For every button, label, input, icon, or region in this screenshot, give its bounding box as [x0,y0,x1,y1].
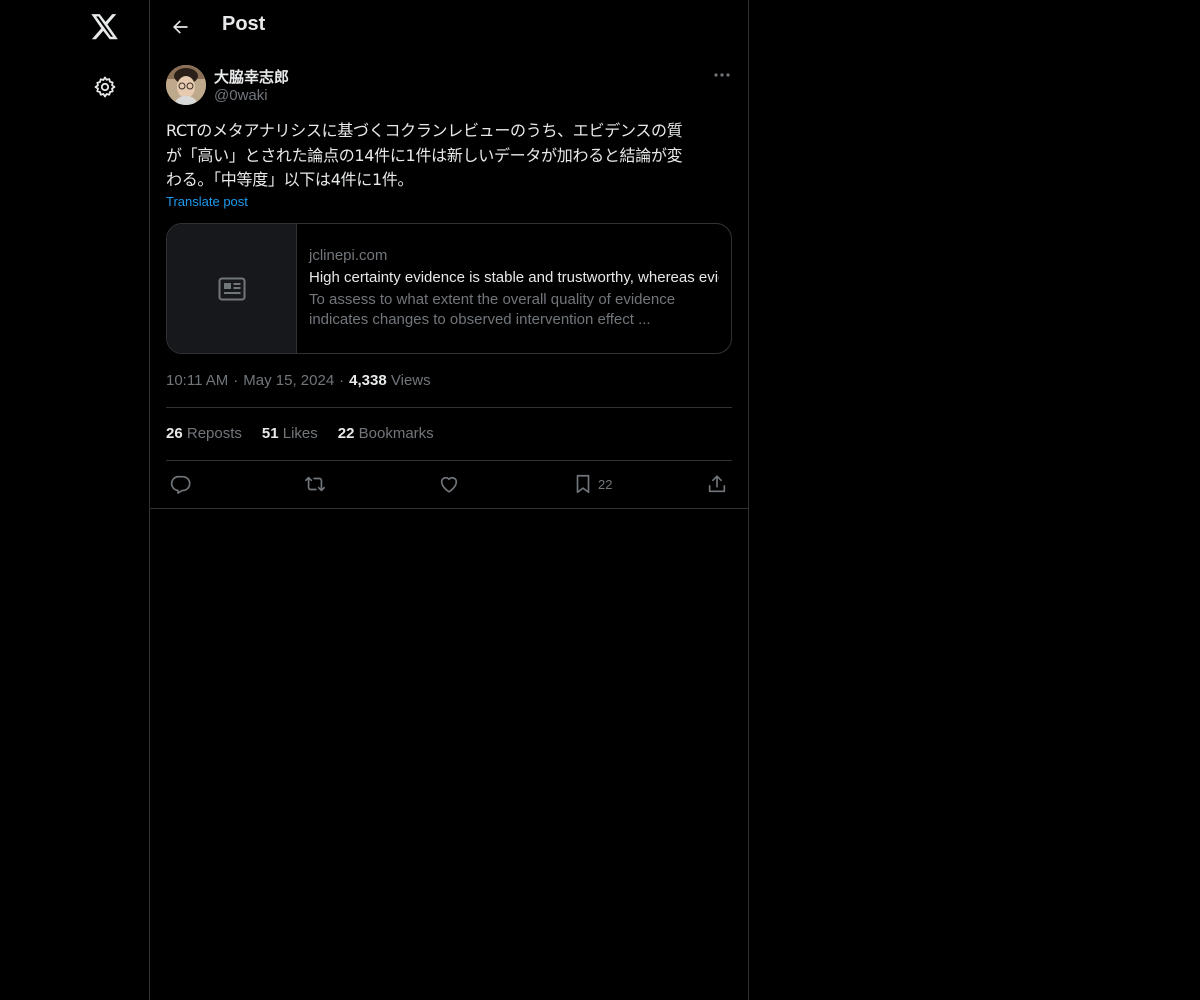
more-horizontal-icon [714,73,730,77]
likes-label: Likes [282,425,318,442]
gear-svg [94,76,116,98]
share-button[interactable] [706,470,728,498]
post-stats: 26 Reposts 51 Likes 22 Bookmarks [166,425,732,442]
action-bar: 22 [166,470,732,498]
bookmark-count: 22 [598,476,613,492]
repost-icon [305,476,325,492]
likes-stat[interactable]: 51 Likes [262,425,318,442]
page-title: Post [222,13,266,35]
avatar-image [166,65,206,105]
like-button[interactable] [438,470,460,498]
more-button[interactable] [710,64,734,86]
reply-icon [170,475,191,494]
back-button[interactable] [162,9,198,45]
bookmark-icon [576,474,590,494]
reposts-stat[interactable]: 26 Reposts [166,425,242,442]
page-header: Post [150,0,748,54]
card-description-line: indicates changes to observed interventi… [309,311,651,328]
reply-button[interactable] [170,470,192,498]
app: Post 大脇幸志郎 @0waki RCTのメタアナリシスに基づくコクランレビュ… [0,0,1200,1000]
post-date[interactable]: May 15, 2024 [243,372,334,389]
left-nav [0,0,150,1000]
likes-count: 51 [261,425,279,442]
post-text-line: わる。「中等度」以下は4件に1件。 [166,170,414,189]
reposts-label: Reposts [186,425,242,442]
x-logo-icon[interactable] [86,8,124,46]
card-description: To assess to what extent the overall qua… [309,290,719,330]
author-name[interactable]: 大脇幸志郎 [214,66,289,87]
main-column: Post 大脇幸志郎 @0waki RCTのメタアナリシスに基づくコクランレビュ… [149,0,749,1000]
link-card[interactable]: jclinepi.com High certainty evidence is … [166,223,732,354]
translate-post-link[interactable]: Translate post [166,194,248,209]
card-description-line: To assess to what extent the overall qua… [309,291,676,308]
separator-dot: · [339,372,345,389]
arrow-left-icon [173,20,188,34]
divider [166,407,732,408]
card-domain: jclinepi.com [309,247,388,264]
bookmarks-label: Bookmarks [358,425,434,442]
bookmarks-count: 22 [337,425,355,442]
post-text-line: が「高い」とされた論点の14件に1件は新しいデータが加わると結論が変 [166,145,683,165]
reposts-count: 26 [166,425,183,442]
author-handle[interactable]: @0waki [214,87,268,104]
post-time[interactable]: 10:11 AM [166,372,228,389]
repost-button[interactable] [303,470,327,498]
article-icon [218,277,245,300]
bookmarks-stat[interactable]: 22 Bookmarks [338,425,434,442]
divider [166,460,732,461]
post-meta: 10:11 AM · May 15, 2024 · 4,338 Views [166,372,732,389]
views-count: 4,338 [349,372,387,389]
views-label: Views [390,372,431,389]
card-body: jclinepi.com High certainty evidence is … [309,246,719,330]
heart-icon [440,476,458,493]
share-icon [708,475,726,493]
x-logo-svg [91,14,118,40]
card-thumbnail [167,224,297,353]
post-bottom-border [150,508,748,509]
post-text-line: RCTのメタアナリシスに基づくコクランレビューのうち、エビデンスの質 [166,121,683,140]
bookmark-button[interactable]: 22 [572,470,612,498]
avatar[interactable] [166,65,206,105]
card-title: High certainty evidence is stable and tr… [309,269,719,286]
gear-icon[interactable] [86,68,124,106]
post-text: RCTのメタアナリシスに基づくコクランレビューのうち、エビデンスの質 が「高い」… [166,119,732,193]
separator-dot: · [233,372,239,389]
